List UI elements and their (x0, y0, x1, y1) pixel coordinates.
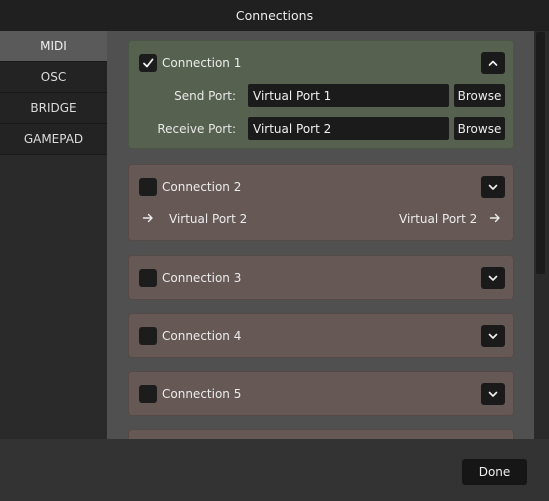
receive-port-field[interactable]: Virtual Port 2 (248, 117, 449, 140)
sidebar: MIDI OSC BRIDGE GAMEPAD (0, 31, 107, 439)
sidebar-item-label: BRIDGE (30, 101, 77, 115)
done-button[interactable]: Done (462, 459, 527, 485)
sidebar-item-label: MIDI (40, 39, 67, 53)
connection-card-4: Connection 4 (128, 313, 514, 358)
connections-list: Connection 1 Send Port: Virtual Port 1 B… (107, 31, 534, 439)
browse-button-label: Browse (457, 121, 502, 136)
connection-card-5: Connection 5 (128, 371, 514, 416)
connection-2-name: Connection 2 (162, 180, 242, 194)
connection-5-checkbox[interactable] (139, 385, 157, 403)
connection-2-output-port: Virtual Port 2 (399, 212, 478, 226)
vertical-scrollbar[interactable] (534, 31, 549, 439)
connection-1-checkbox[interactable] (139, 54, 157, 72)
done-button-label: Done (478, 465, 511, 479)
arrow-right-icon (142, 212, 154, 227)
sidebar-item-label: OSC (40, 70, 67, 84)
connection-2-expand-button[interactable] (481, 176, 505, 198)
send-port-browse-button[interactable]: Browse (454, 84, 505, 107)
chevron-down-icon (488, 275, 498, 281)
receive-port-label: Receive Port: (157, 122, 236, 136)
receive-port-browse-button[interactable]: Browse (454, 117, 505, 140)
connection-5-expand-button[interactable] (481, 383, 505, 405)
window-title: Connections (235, 8, 314, 23)
window-titlebar: Connections (0, 0, 549, 32)
connection-3-expand-button[interactable] (481, 267, 505, 289)
connection-card-partial (128, 429, 514, 439)
connection-4-name: Connection 4 (162, 329, 242, 343)
connection-3-name: Connection 3 (162, 271, 242, 285)
connection-4-checkbox[interactable] (139, 327, 157, 345)
chevron-down-icon (488, 333, 498, 339)
connection-card-3: Connection 3 (128, 255, 514, 300)
chevron-down-icon (488, 391, 498, 397)
connection-4-expand-button[interactable] (481, 325, 505, 347)
browse-button-label: Browse (457, 88, 502, 103)
connection-2-input-port: Virtual Port 2 (169, 212, 248, 226)
connection-card-1: Connection 1 Send Port: Virtual Port 1 B… (128, 40, 514, 149)
send-port-label: Send Port: (174, 89, 236, 103)
sidebar-item-gamepad[interactable]: GAMEPAD (0, 124, 107, 155)
connection-card-2: Connection 2 Virtual Port 2 Virtual Port… (128, 164, 514, 241)
send-port-value: Virtual Port 1 (253, 88, 332, 103)
receive-port-value: Virtual Port 2 (253, 121, 332, 136)
connection-2-checkbox[interactable] (139, 178, 157, 196)
sidebar-item-midi[interactable]: MIDI (0, 31, 107, 62)
connection-1-name: Connection 1 (162, 56, 242, 70)
arrow-right-icon (489, 212, 501, 227)
connection-3-checkbox[interactable] (139, 269, 157, 287)
chevron-up-icon (488, 60, 498, 66)
send-port-field[interactable]: Virtual Port 1 (248, 84, 449, 107)
chevron-down-icon (488, 184, 498, 190)
sidebar-item-bridge[interactable]: BRIDGE (0, 93, 107, 124)
connection-1-collapse-button[interactable] (481, 52, 505, 74)
sidebar-item-osc[interactable]: OSC (0, 62, 107, 93)
connection-5-name: Connection 5 (162, 387, 242, 401)
check-icon (143, 58, 154, 68)
sidebar-item-label: GAMEPAD (23, 132, 84, 146)
scrollbar-thumb[interactable] (536, 32, 545, 274)
